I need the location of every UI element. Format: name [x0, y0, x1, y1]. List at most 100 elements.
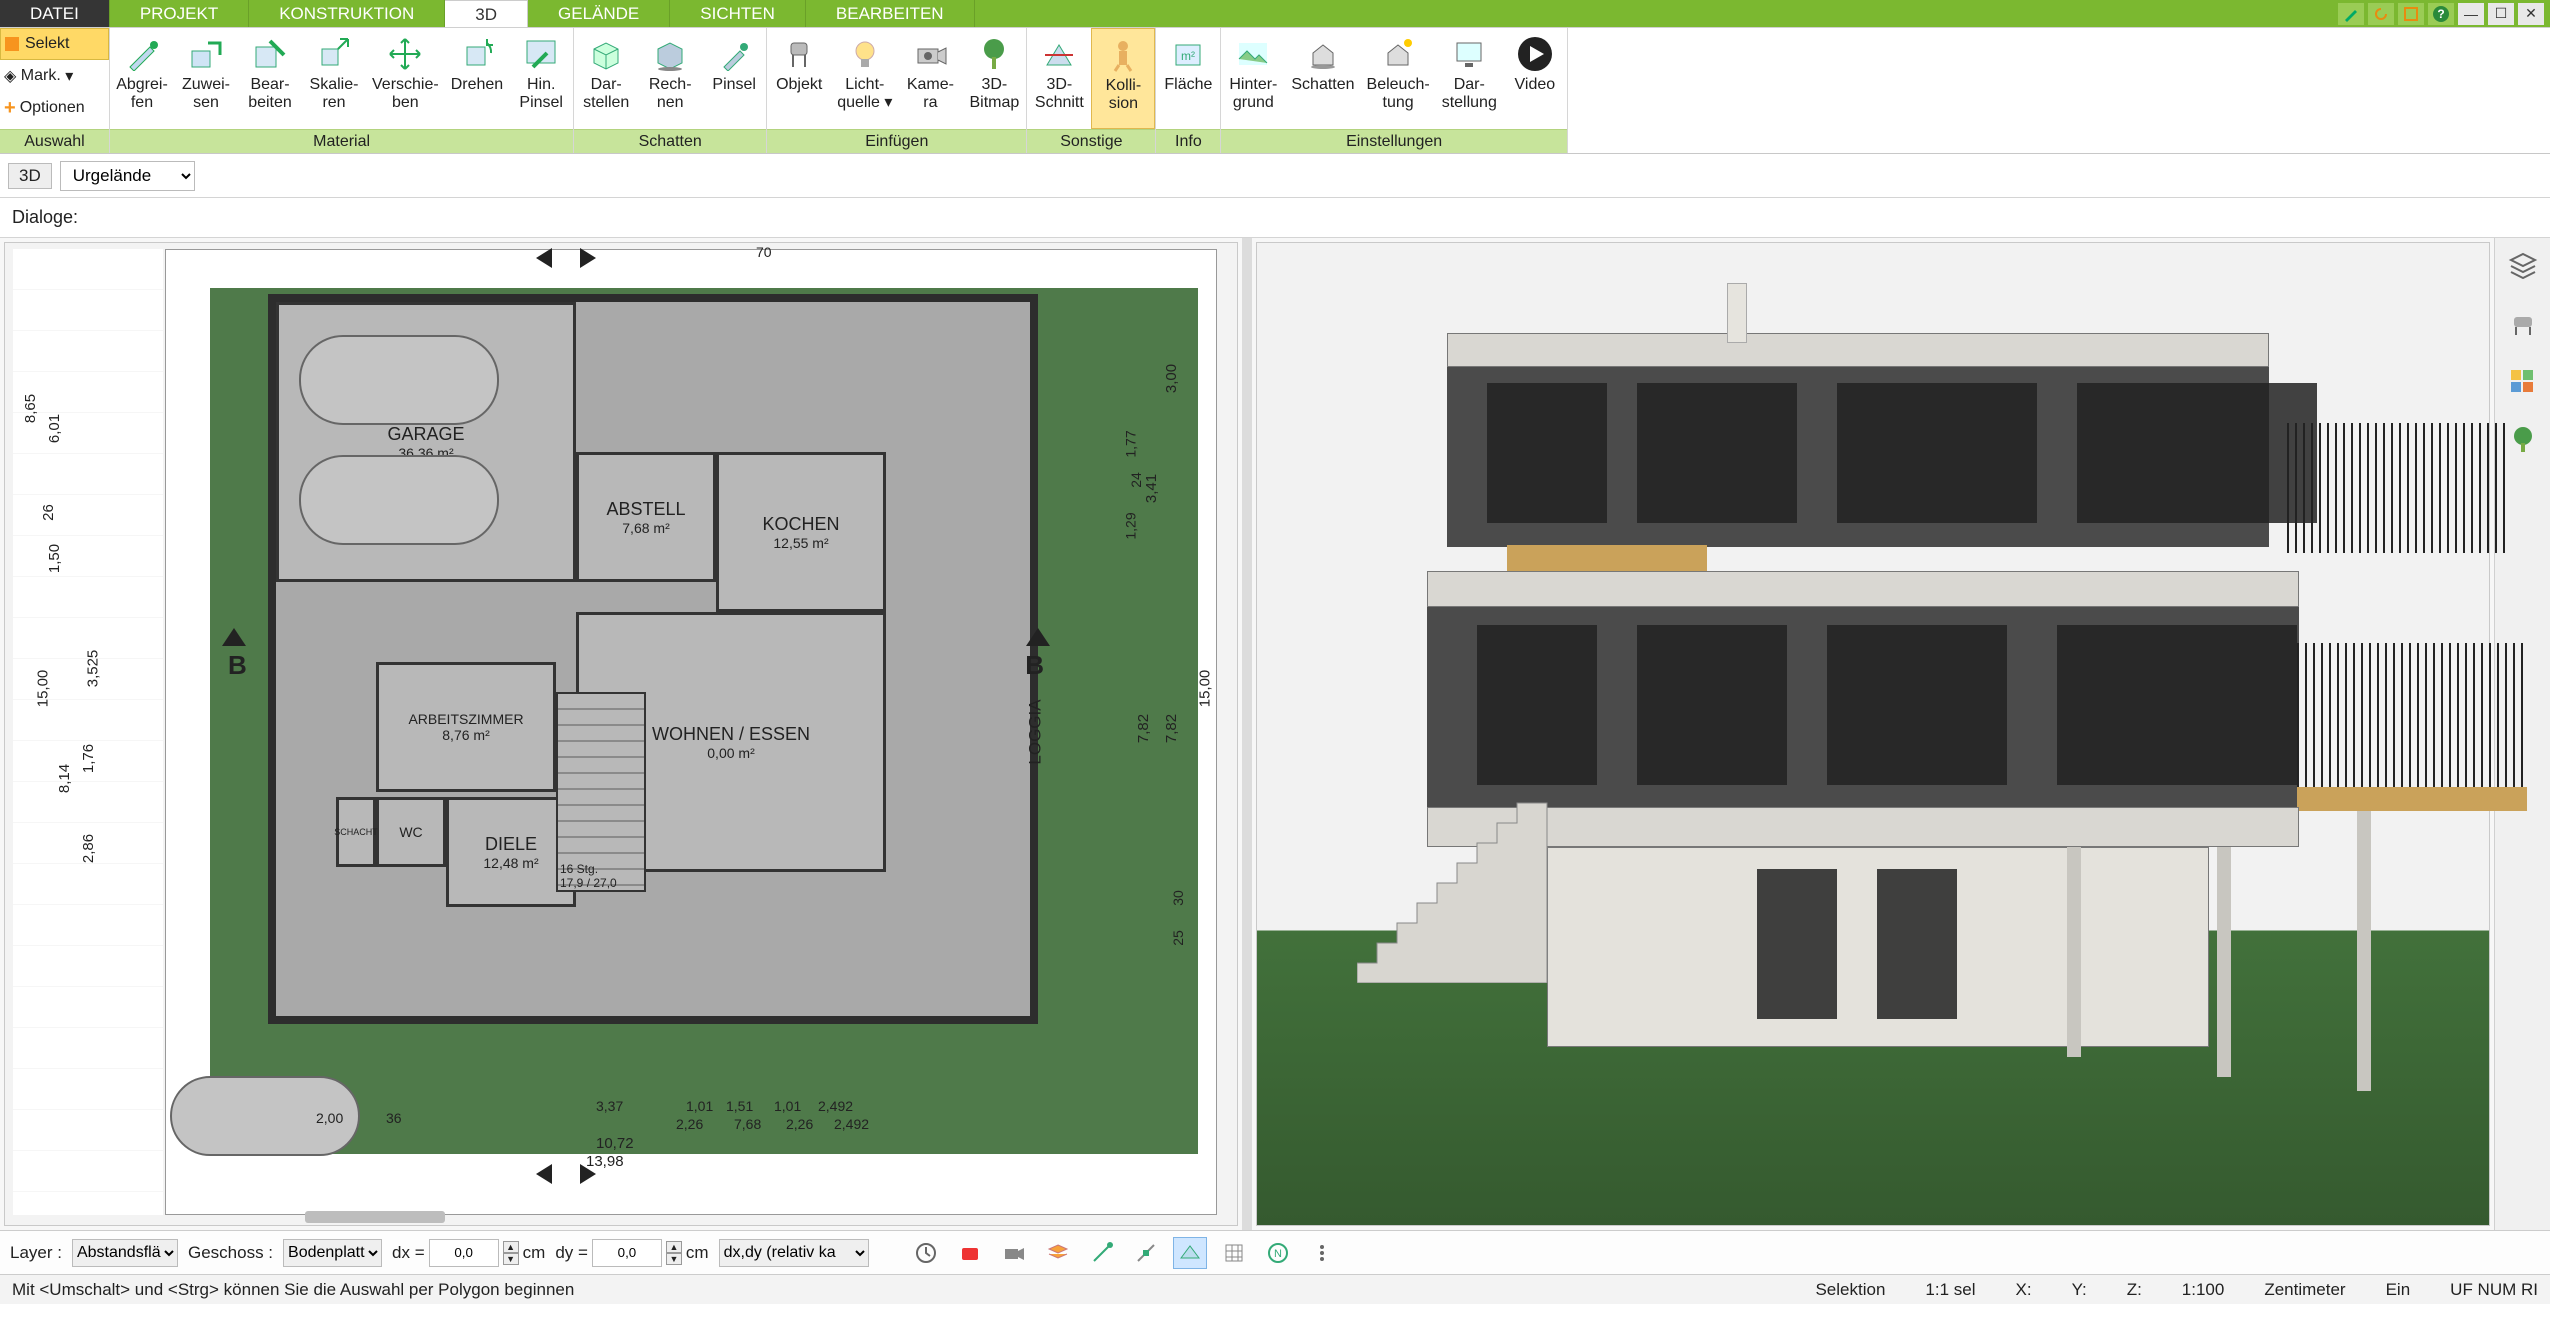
- select-mode[interactable]: Selekt: [0, 28, 109, 60]
- tool-3dschnitt[interactable]: 3D- Schnitt: [1027, 28, 1091, 129]
- snap-mid-icon[interactable]: [1129, 1237, 1163, 1269]
- tab-3d[interactable]: 3D: [445, 0, 528, 27]
- scrollbar-h[interactable]: [305, 1211, 445, 1223]
- snap-endpoint-icon[interactable]: [1085, 1237, 1119, 1269]
- dx-spinner[interactable]: ▲▼: [503, 1241, 519, 1265]
- view-2d[interactable]: GARAGE 36,36 m² ABSTELL 7,68 m² KOCHEN 1…: [4, 242, 1238, 1226]
- tool-drehen[interactable]: Drehen: [445, 28, 509, 129]
- tab-gelaende[interactable]: GELÄNDE: [528, 0, 670, 27]
- palette-icon[interactable]: [2505, 364, 2541, 400]
- minimize-button[interactable]: —: [2458, 3, 2484, 25]
- dim: 2,26: [676, 1116, 703, 1132]
- record-icon[interactable]: [953, 1237, 987, 1269]
- pencil-icon[interactable]: [2338, 3, 2364, 25]
- grid-icon[interactable]: [1217, 1237, 1251, 1269]
- dim: 1,51: [726, 1098, 753, 1114]
- north-icon[interactable]: N: [1261, 1237, 1295, 1269]
- clock-icon[interactable]: [909, 1237, 943, 1269]
- room-abstell: ABSTELL 7,68 m²: [576, 452, 716, 582]
- layers-icon[interactable]: [2505, 248, 2541, 284]
- box-icon[interactable]: [2398, 3, 2424, 25]
- refresh-icon[interactable]: [2368, 3, 2394, 25]
- section-arrow-bottom: [536, 1162, 596, 1186]
- lbl: Video: [1515, 76, 1556, 93]
- tool-objekt[interactable]: Objekt: [767, 28, 831, 129]
- ribbon-group-info: m²Fläche Info: [1156, 28, 1221, 153]
- dx-input[interactable]: [429, 1239, 499, 1267]
- snap-plane-icon[interactable]: [1173, 1237, 1207, 1269]
- coord-mode-select[interactable]: dx,dy (relativ ka: [719, 1239, 869, 1267]
- tool-bearbeiten[interactable]: Bear- beiten: [238, 28, 302, 129]
- tool-verschieben[interactable]: Verschie- ben: [366, 28, 445, 129]
- tree-icon: [972, 34, 1016, 74]
- tool-kollision[interactable]: Kolli- sion: [1091, 28, 1155, 129]
- close-button[interactable]: ✕: [2518, 3, 2544, 25]
- tool-darstellen[interactable]: Dar- stellen: [574, 28, 638, 129]
- tool-hintergrund[interactable]: Hinter- grund: [1221, 28, 1285, 129]
- tool-pinsel[interactable]: Pinsel: [702, 28, 766, 129]
- tab-bearbeiten[interactable]: BEARBEITEN: [806, 0, 975, 27]
- cube-shadow-icon: [648, 34, 692, 74]
- status-z: Z:: [2127, 1280, 2142, 1300]
- tool-lichtquelle[interactable]: Licht- quelle ▾: [831, 28, 898, 129]
- plan-canvas: GARAGE 36,36 m² ABSTELL 7,68 m² KOCHEN 1…: [165, 249, 1217, 1215]
- tree-panel-icon[interactable]: [2505, 422, 2541, 458]
- dy-field: dy = ▲▼ cm: [555, 1239, 708, 1267]
- group-label-einfuegen: Einfügen: [767, 129, 1026, 153]
- options-label: Optionen: [20, 99, 85, 117]
- options-button[interactable]: +Optionen: [0, 92, 109, 124]
- subbar-tag[interactable]: 3D: [8, 163, 52, 189]
- status-x: X:: [2016, 1280, 2032, 1300]
- tool-video[interactable]: Video: [1503, 28, 1567, 129]
- tool-skalieren[interactable]: Skalie- ren: [302, 28, 366, 129]
- tool-abgreifen[interactable]: Abgrei- fen: [110, 28, 174, 129]
- layer-select[interactable]: Abstandsflä: [72, 1239, 178, 1267]
- area-icon: m²: [1166, 34, 1210, 74]
- dy-input[interactable]: [592, 1239, 662, 1267]
- tool-beleuchtung[interactable]: Beleuch- tung: [1361, 28, 1436, 129]
- room-loggia: LOGGIA: [1025, 699, 1045, 764]
- layers-small-icon[interactable]: [1041, 1237, 1075, 1269]
- window: [1637, 625, 1787, 785]
- room-label: ABSTELL: [606, 499, 685, 520]
- geschoss-select[interactable]: Bodenplatt: [283, 1239, 382, 1267]
- tool-darstellung[interactable]: Dar- stellung: [1436, 28, 1503, 129]
- bulb-icon: [843, 34, 887, 74]
- menu-spacer: [975, 0, 2332, 27]
- dim: 7,82: [1163, 714, 1180, 743]
- mark-mode[interactable]: ◈ Mark. ▾: [0, 60, 109, 92]
- dim: 2,492: [818, 1098, 853, 1114]
- tool-flaeche[interactable]: m²Fläche: [1156, 28, 1220, 129]
- dim: 2,26: [786, 1116, 813, 1132]
- tool-kamera[interactable]: Kame- ra: [898, 28, 962, 129]
- mark-icon: ◈: [4, 66, 16, 86]
- maximize-button[interactable]: ☐: [2488, 3, 2514, 25]
- tool-schatten-einst[interactable]: Schatten: [1285, 28, 1360, 129]
- terrain-select[interactable]: Urgelände: [60, 161, 195, 191]
- select-label: Selekt: [25, 35, 69, 53]
- terrain: GARAGE 36,36 m² ABSTELL 7,68 m² KOCHEN 1…: [210, 288, 1198, 1154]
- view-splitter[interactable]: [1242, 238, 1252, 1230]
- tool-zuweisen[interactable]: Zuwei- sen: [174, 28, 238, 129]
- tab-projekt[interactable]: PROJEKT: [110, 0, 249, 27]
- tab-konstruktion[interactable]: KONSTRUKTION: [249, 0, 445, 27]
- landscape-icon: [1231, 34, 1275, 74]
- dy-spinner[interactable]: ▲▼: [666, 1241, 682, 1265]
- tool-hinpinsel[interactable]: Hin. Pinsel: [509, 28, 573, 129]
- footer-toolbar: Layer : Abstandsflä Geschoss : Bodenplat…: [0, 1230, 2550, 1274]
- room-area: 7,68 m²: [622, 520, 669, 536]
- furniture-icon[interactable]: [2505, 306, 2541, 342]
- view-3d[interactable]: [1256, 242, 2490, 1226]
- dim: 15,00: [34, 670, 51, 708]
- tab-datei[interactable]: DATEI: [0, 0, 110, 27]
- tab-sichten[interactable]: SICHTEN: [670, 0, 806, 27]
- dim: 15,00: [1197, 670, 1214, 708]
- help-icon[interactable]: ?: [2428, 3, 2454, 25]
- more-icon[interactable]: [1305, 1237, 1339, 1269]
- dy-label: dy =: [555, 1243, 588, 1263]
- status-keystate: UF NUM RI: [2450, 1280, 2538, 1300]
- ribbon-group-einfuegen: Objekt Licht- quelle ▾ Kame- ra 3D- Bitm…: [767, 28, 1027, 153]
- camera-small-icon[interactable]: [997, 1237, 1031, 1269]
- tool-3dbitmap[interactable]: 3D- Bitmap: [962, 28, 1026, 129]
- tool-rechnen[interactable]: Rech- nen: [638, 28, 702, 129]
